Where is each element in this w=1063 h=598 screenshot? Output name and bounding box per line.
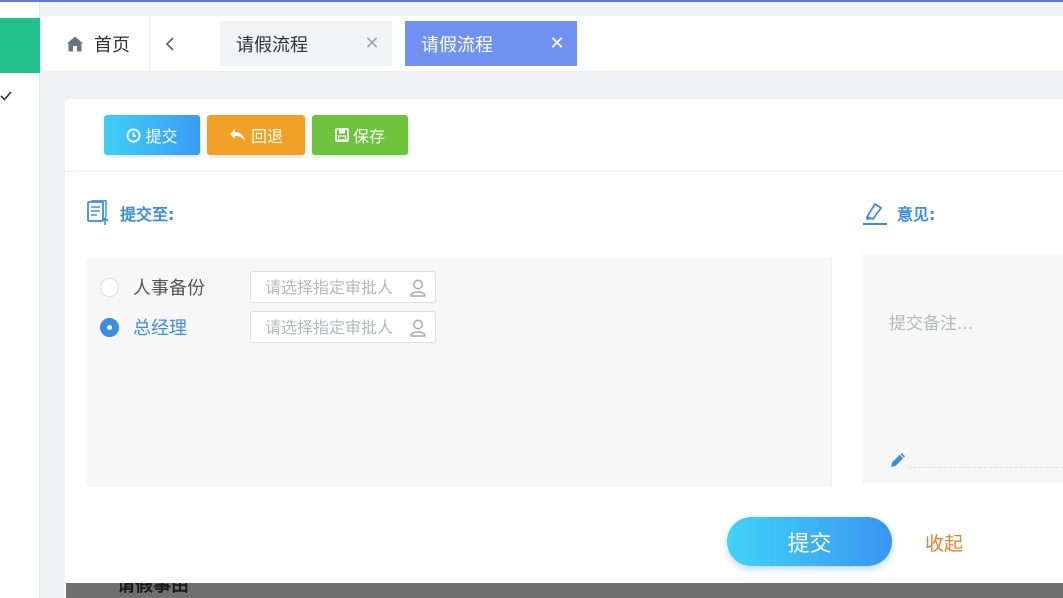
tab-label: 请假流程 xyxy=(421,34,493,56)
opinion-box xyxy=(862,254,1063,483)
modal-mask-strip: 请假事由 xyxy=(66,583,1063,598)
confirm-submit-button[interactable]: 提交 xyxy=(727,517,892,566)
user-icon xyxy=(409,278,427,302)
user-icon xyxy=(409,318,427,342)
tab-leave-process-active[interactable]: 请假流程 ✕ xyxy=(405,21,577,66)
tab-leave-process[interactable]: 请假流程 ✕ xyxy=(220,21,392,66)
approver-option-hr-backup: 人事备份 xyxy=(100,271,436,303)
leave-reason-label: 请假事由 xyxy=(117,583,189,596)
tab-label: 请假流程 xyxy=(236,34,308,56)
submit-button[interactable]: 提交 xyxy=(104,115,200,155)
submit-to-heading: 提交至: xyxy=(86,200,174,226)
rollback-button-label: 回退 xyxy=(250,127,283,146)
save-button-label: 保存 xyxy=(352,127,385,146)
submit-button-label: 提交 xyxy=(145,127,178,146)
approver-picker[interactable] xyxy=(250,311,436,343)
opinion-textarea[interactable] xyxy=(862,254,1063,454)
clock-icon xyxy=(126,127,142,143)
approver-option-general-manager: 总经理 xyxy=(100,311,436,343)
approver-radio[interactable] xyxy=(100,277,119,297)
floppy-disk-icon xyxy=(335,128,349,142)
approver-option-label: 总经理 xyxy=(133,318,187,339)
scroll-tabs-left-button[interactable] xyxy=(158,30,182,58)
check-icon xyxy=(0,90,14,110)
rollback-button[interactable]: 回退 xyxy=(207,115,305,155)
approver-option-label: 人事备份 xyxy=(133,278,205,299)
sidebar-collapsed xyxy=(0,2,40,598)
approver-input[interactable] xyxy=(265,317,405,337)
save-button[interactable]: 保存 xyxy=(312,115,408,155)
document-list-icon xyxy=(87,200,109,225)
collapse-link[interactable]: 收起 xyxy=(925,527,963,557)
top-accent-line xyxy=(0,0,1063,2)
home-icon xyxy=(66,35,84,53)
chevron-left-icon xyxy=(165,37,174,51)
tab-home[interactable]: 首页 xyxy=(40,16,150,72)
approver-options-box: 人事备份 总经理 xyxy=(86,258,832,487)
submit-to-title: 提交至: xyxy=(120,205,175,224)
edit-stamp-icon xyxy=(863,202,887,225)
approver-radio-checked[interactable] xyxy=(100,317,119,337)
tab-home-label: 首页 xyxy=(94,35,130,56)
opinion-heading: 意见: xyxy=(861,200,935,226)
pencil-icon xyxy=(888,450,908,474)
toolbar: 提交 回退 保存 xyxy=(65,99,1063,172)
approver-input[interactable] xyxy=(265,277,405,297)
close-icon[interactable]: ✕ xyxy=(362,21,382,66)
tabs-bar: 首页 请假流程 ✕ 请假流程 ✕ xyxy=(40,16,1063,72)
approver-picker[interactable] xyxy=(250,271,436,303)
workflow-panel: 提交 回退 保存 提交至: 意见: 人事备份 请选择指定审批人 总经理 请选择指… xyxy=(65,99,1063,598)
sidebar-logo-block[interactable] xyxy=(0,18,40,73)
signature-line xyxy=(908,467,1063,468)
opinion-title: 意见: xyxy=(897,205,936,224)
close-icon[interactable]: ✕ xyxy=(547,21,567,66)
reply-icon xyxy=(229,129,245,141)
